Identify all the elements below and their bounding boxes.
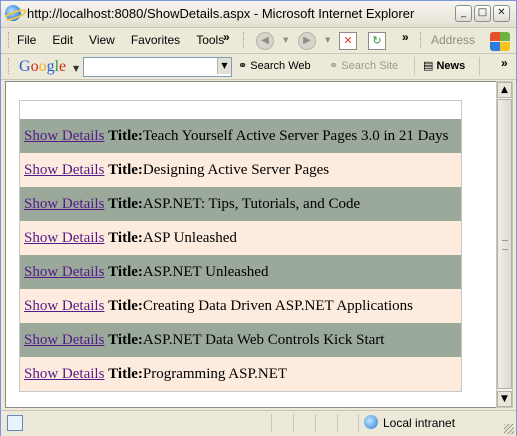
binoculars-icon: ⚭ (329, 59, 339, 72)
show-details-link[interactable]: Show Details (24, 162, 104, 178)
menu-file[interactable]: File (17, 33, 36, 47)
ie-logo-icon (5, 5, 21, 21)
search-web-button[interactable]: ⚭ Search Web (238, 59, 311, 72)
show-details-link[interactable]: Show Details (24, 366, 104, 382)
toolbar-grip[interactable] (8, 32, 12, 48)
minimize-button[interactable]: _ (455, 5, 472, 22)
toolbar-overflow-chevron[interactable]: » (402, 30, 409, 44)
google-search-input[interactable] (83, 57, 232, 77)
menu-view[interactable]: View (89, 33, 115, 47)
toolbar-grip[interactable] (8, 58, 12, 74)
scroll-thumb[interactable] (497, 99, 512, 389)
back-icon[interactable]: ◀ (256, 32, 274, 50)
title-label: Title: (108, 162, 143, 178)
toolbar-divider (479, 57, 480, 75)
title-label: Title: (108, 264, 143, 280)
refresh-icon[interactable]: ↻ (368, 32, 386, 50)
page-status-icon (7, 415, 23, 431)
status-divider (293, 414, 294, 432)
google-toolbar: Google ▼ ▼ ⚭ Search Web ⚭ Search Site ▤ … (1, 54, 516, 80)
list-item: Show Details Title:ASP Unleashed (20, 221, 461, 255)
scroll-down-button[interactable]: ▼ (497, 391, 512, 407)
forward-dropdown-icon[interactable]: ▼ (325, 36, 330, 44)
address-label[interactable]: Address (431, 33, 475, 47)
title-label: Title: (108, 196, 143, 212)
menu-overflow-chevron[interactable]: » (223, 30, 230, 44)
status-bar: Local intranet (1, 410, 516, 436)
news-button[interactable]: ▤ News (423, 59, 465, 72)
close-button[interactable]: ✕ (493, 5, 510, 22)
show-details-link[interactable]: Show Details (24, 128, 104, 144)
resize-grip-icon[interactable] (504, 424, 514, 434)
security-zone-label: Local intranet (383, 416, 456, 430)
page-viewport: Show Details Title:Teach Yourself Active… (5, 81, 497, 408)
browser-window: http://localhost:8080/ShowDetails.aspx -… (0, 0, 517, 436)
show-details-link[interactable]: Show Details (24, 298, 104, 314)
book-data-list: Show Details Title:Teach Yourself Active… (19, 100, 462, 392)
google-logo[interactable]: Google (19, 58, 66, 76)
forward-icon[interactable]: ▶ (298, 32, 316, 50)
scroll-up-button[interactable]: ▲ (497, 82, 512, 98)
window-title: http://localhost:8080/ShowDetails.aspx -… (27, 6, 415, 21)
google-search-history-dropdown[interactable]: ▼ (217, 58, 231, 74)
toolbar-grip[interactable] (420, 32, 424, 48)
title-label: Title: (108, 366, 143, 382)
book-title: ASP.NET Unleashed (142, 264, 269, 280)
search-web-label: Search Web (250, 60, 311, 72)
intranet-zone-icon (364, 415, 378, 429)
book-title: Designing Active Server Pages (142, 162, 330, 178)
list-header-spacer (20, 101, 461, 119)
binoculars-icon: ⚭ (238, 59, 248, 72)
status-divider (315, 414, 316, 432)
show-details-link[interactable]: Show Details (24, 196, 104, 212)
book-title: Teach Yourself Active Server Pages 3.0 i… (142, 128, 449, 144)
title-label: Title: (108, 128, 143, 144)
status-divider (337, 414, 338, 432)
menu-bar: File Edit View Favorites Tools (17, 33, 224, 47)
search-site-label: Search Site (341, 60, 399, 72)
title-label: Title: (108, 332, 143, 348)
menu-toolbar-row: File Edit View Favorites Tools » ◀ ▼ ▶ ▼… (1, 28, 516, 54)
list-item: Show Details Title:Teach Yourself Active… (20, 119, 461, 153)
book-title: ASP.NET: Tips, Tutorials, and Code (142, 196, 361, 212)
title-label: Title: (108, 298, 143, 314)
windows-logo-icon (488, 31, 510, 51)
stop-icon[interactable]: ✕ (339, 32, 357, 50)
title-bar: http://localhost:8080/ShowDetails.aspx -… (1, 1, 516, 28)
menu-favorites[interactable]: Favorites (131, 33, 180, 47)
list-item: Show Details Title:Creating Data Driven … (20, 289, 461, 323)
list-item: Show Details Title:Programming ASP.NET (20, 357, 461, 391)
show-details-link[interactable]: Show Details (24, 264, 104, 280)
news-icon: ▤ (423, 59, 434, 72)
menu-tools[interactable]: Tools (196, 33, 224, 47)
google-toolbar-overflow-chevron[interactable]: » (501, 56, 508, 70)
toolbar-divider (414, 57, 415, 75)
book-title: Creating Data Driven ASP.NET Application… (142, 298, 414, 314)
list-item: Show Details Title:ASP.NET: Tips, Tutori… (20, 187, 461, 221)
vertical-scrollbar[interactable]: ▲ ▼ (496, 81, 513, 408)
list-item: Show Details Title:ASP.NET Unleashed (20, 255, 461, 289)
status-divider (358, 414, 359, 432)
google-menu-dropdown-icon[interactable]: ▼ (73, 64, 79, 73)
show-details-link[interactable]: Show Details (24, 332, 104, 348)
list-item: Show Details Title:Designing Active Serv… (20, 153, 461, 187)
list-item: Show Details Title:ASP.NET Data Web Cont… (20, 323, 461, 357)
toolbar-grip[interactable] (243, 32, 247, 48)
maximize-button[interactable]: □ (474, 5, 491, 22)
book-title: Programming ASP.NET (142, 366, 288, 382)
status-divider (271, 414, 272, 432)
news-label: News (436, 60, 466, 72)
book-title: ASP Unleashed (142, 230, 237, 246)
search-site-button[interactable]: ⚭ Search Site (329, 59, 398, 72)
show-details-link[interactable]: Show Details (24, 230, 104, 246)
menu-edit[interactable]: Edit (52, 33, 73, 47)
back-dropdown-icon[interactable]: ▼ (283, 36, 288, 44)
book-title: ASP.NET Data Web Controls Kick Start (142, 332, 385, 348)
title-label: Title: (108, 230, 143, 246)
scroll-thumb-grip-icon (502, 240, 508, 250)
